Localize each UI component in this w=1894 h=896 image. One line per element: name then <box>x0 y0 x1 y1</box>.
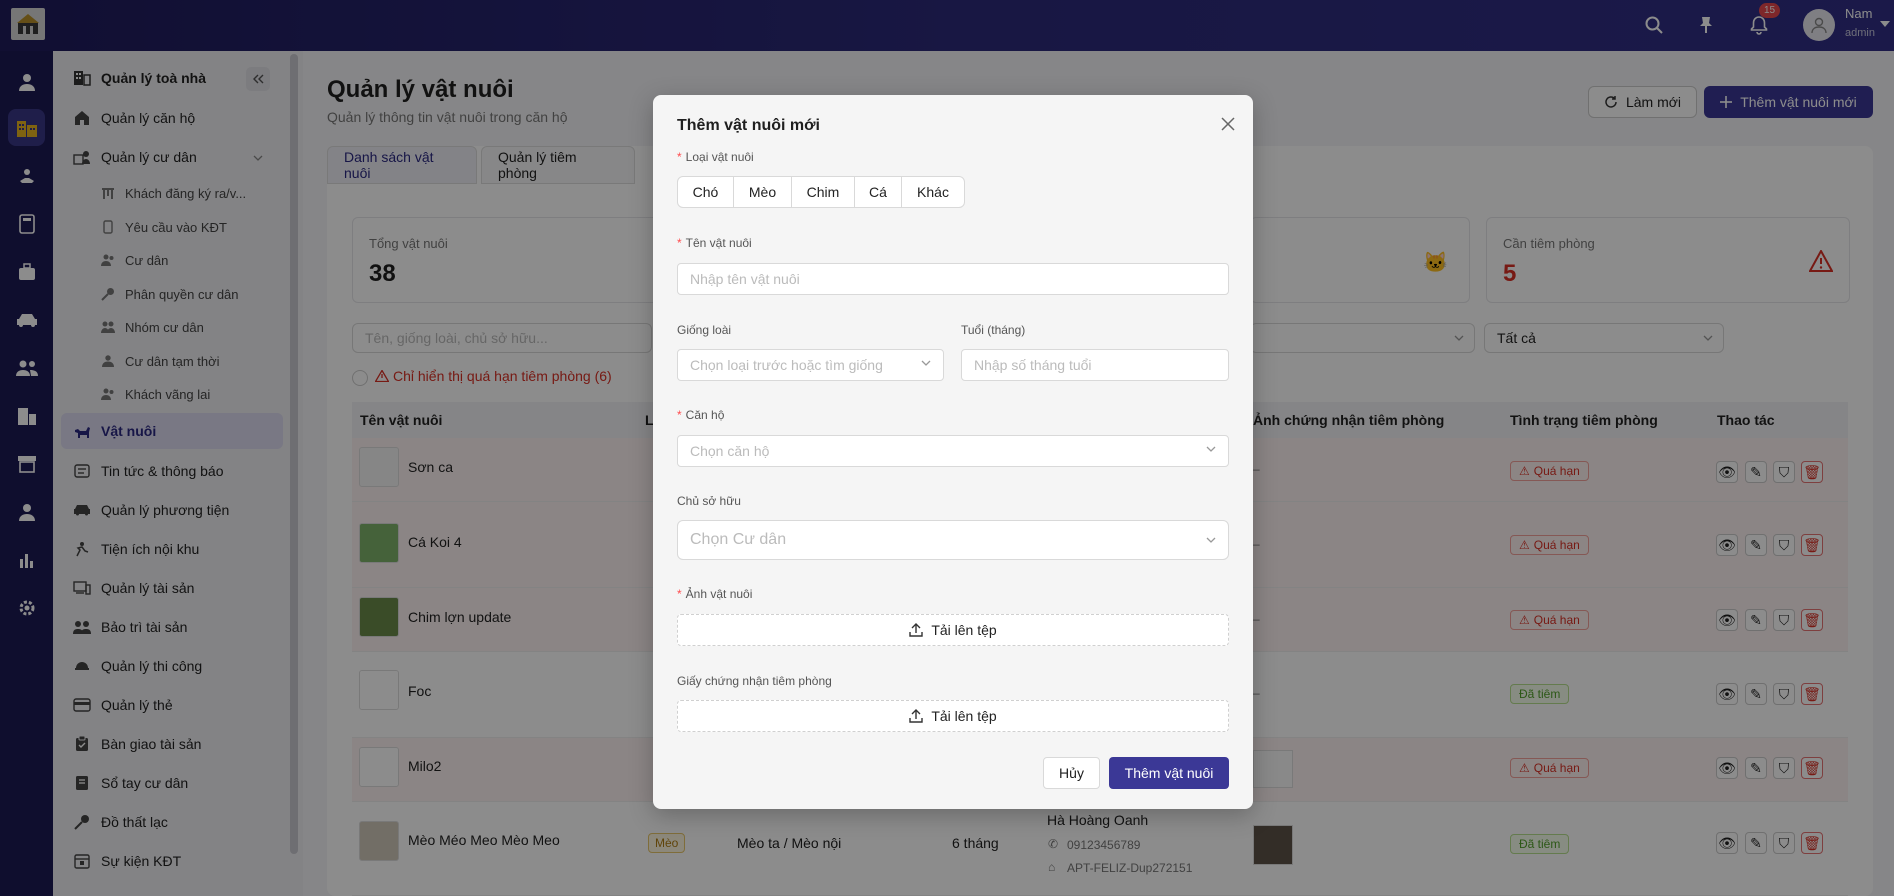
chevron-down-icon <box>921 360 931 366</box>
upload-icon <box>909 623 924 637</box>
upload-label: Tải lên tệp <box>931 622 997 638</box>
owner-label: Chủ sở hữu <box>677 494 741 508</box>
close-icon[interactable] <box>1217 113 1239 135</box>
placeholder: Chọn Cư dân <box>690 531 787 548</box>
age-label: Tuổi (tháng) <box>961 323 1026 337</box>
placeholder: Chọn căn hộ <box>690 443 770 459</box>
vaccine-cert-upload-button[interactable]: Tải lên tệp <box>677 700 1229 732</box>
vaccine-cert-label: Giấy chứng nhận tiêm phòng <box>677 674 832 688</box>
upload-label: Tải lên tệp <box>931 708 997 724</box>
breed-label: Giống loài <box>677 323 732 337</box>
add-pet-modal: Thêm vật nuôi mới * Loại vật nuôi Chó Mèo… <box>653 95 1253 809</box>
pet-type-other[interactable]: Khác <box>902 177 964 207</box>
placeholder: Nhập số tháng tuổi <box>974 357 1092 373</box>
pet-type-cat[interactable]: Mèo <box>734 177 792 207</box>
pet-photo-label: * Ảnh vật nuôi <box>677 587 753 601</box>
cancel-button[interactable]: Hủy <box>1043 757 1100 789</box>
modal-title: Thêm vật nuôi mới <box>677 117 820 134</box>
pet-type-fish[interactable]: Cá <box>855 177 902 207</box>
upload-icon <box>909 709 924 723</box>
placeholder: Nhập tên vật nuôi <box>690 271 800 287</box>
pet-photo-upload-button[interactable]: Tải lên tệp <box>677 614 1229 646</box>
placeholder: Chọn loại trước hoặc tìm giống <box>690 357 883 373</box>
owner-select[interactable]: Chọn Cư dân <box>677 520 1229 560</box>
submit-button[interactable]: Thêm vật nuôi <box>1109 757 1229 789</box>
pet-name-label: * Tên vật nuôi <box>677 236 752 250</box>
pet-type-dog[interactable]: Chó <box>678 177 734 207</box>
age-input[interactable]: Nhập số tháng tuổi <box>961 349 1229 381</box>
chevron-down-icon <box>1206 537 1216 543</box>
chevron-down-icon <box>1206 446 1216 452</box>
pet-name-input[interactable]: Nhập tên vật nuôi <box>677 263 1229 295</box>
apartment-select[interactable]: Chọn căn hộ <box>677 435 1229 467</box>
pet-type-bird[interactable]: Chim <box>792 177 855 207</box>
pet-type-selector: Chó Mèo Chim Cá Khác <box>677 176 965 208</box>
apartment-label: * Căn hộ <box>677 408 725 422</box>
breed-select[interactable]: Chọn loại trước hoặc tìm giống <box>677 349 944 381</box>
pet-type-label: * Loại vật nuôi <box>677 150 754 164</box>
